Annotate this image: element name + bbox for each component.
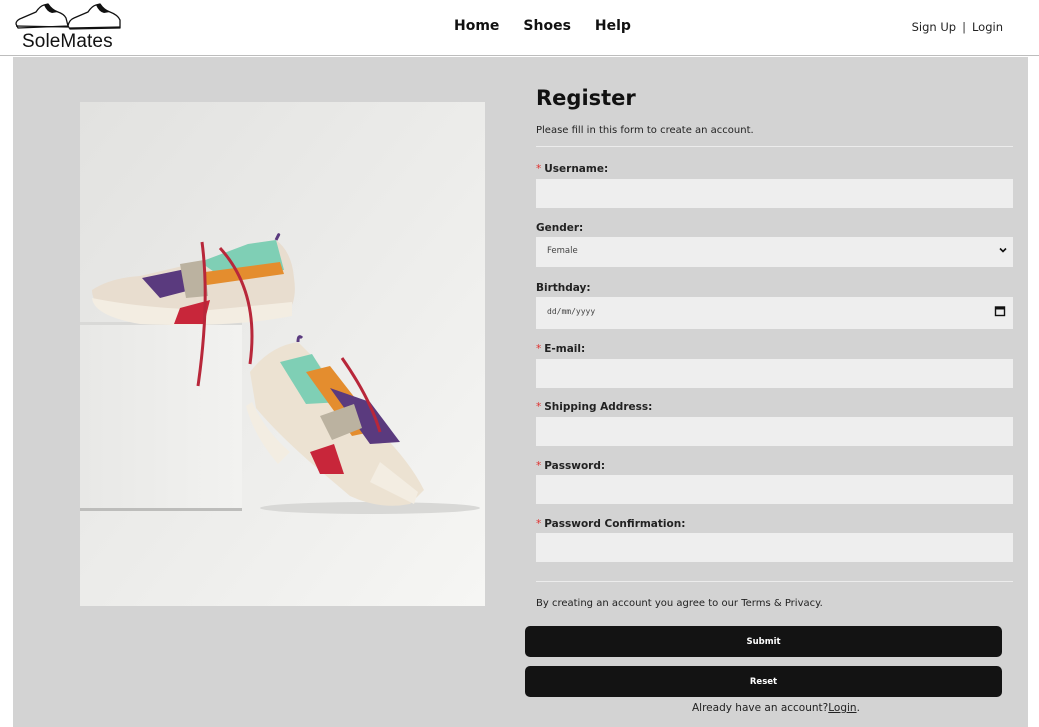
required-marker: * xyxy=(536,163,542,175)
shipping-input[interactable] xyxy=(536,417,1013,446)
required-marker: * xyxy=(536,518,542,530)
logo[interactable]: SoleMates xyxy=(12,2,124,54)
birthday-label: Birthday: xyxy=(536,282,591,294)
email-input[interactable] xyxy=(536,359,1013,388)
required-marker: * xyxy=(536,401,542,413)
form-subtitle: Please fill in this form to create an ac… xyxy=(536,125,754,136)
nav-help-link[interactable]: Help xyxy=(595,18,631,34)
calendar-icon[interactable] xyxy=(994,305,1006,317)
login-link[interactable]: Login xyxy=(972,20,1003,34)
register-panel: Register Please fill in this form to cre… xyxy=(13,57,1028,727)
birthday-input[interactable]: dd/mm/yyyy xyxy=(536,297,1013,329)
sneakers-logo-icon xyxy=(15,3,121,30)
password-confirm-label: * Password Confirmation: xyxy=(536,518,686,530)
divider xyxy=(536,581,1013,582)
auth-links: Sign Up | Login xyxy=(912,20,1003,34)
nav-shoes-link[interactable]: Shoes xyxy=(523,18,571,34)
required-marker: * xyxy=(536,460,542,472)
gender-select[interactable]: Female xyxy=(536,237,1013,267)
username-input[interactable] xyxy=(536,179,1013,208)
site-header: SoleMates Home Shoes Help Sign Up | Logi… xyxy=(0,0,1039,56)
password-confirm-input[interactable] xyxy=(536,533,1013,562)
login-prompt: Already have an account?Login. xyxy=(692,702,860,714)
gender-value: Female xyxy=(547,246,578,256)
birthday-placeholder: dd/mm/yyyy xyxy=(547,307,596,316)
page-title: Register xyxy=(536,86,636,110)
password-input[interactable] xyxy=(536,475,1013,504)
main-nav: Home Shoes Help xyxy=(454,18,655,34)
auth-separator: | xyxy=(962,20,966,34)
required-marker: * xyxy=(536,343,542,355)
password-label: * Password: xyxy=(536,460,606,472)
submit-button[interactable]: Submit xyxy=(525,626,1002,657)
terms-text: By creating an account you agree to our … xyxy=(536,598,823,609)
username-label: * Username: xyxy=(536,163,609,175)
login-link-bottom[interactable]: Login xyxy=(828,702,856,714)
email-label: * E-mail: xyxy=(536,343,586,355)
divider xyxy=(536,146,1013,147)
nav-home-link[interactable]: Home xyxy=(454,18,499,34)
reset-button[interactable]: Reset xyxy=(525,666,1002,697)
chevron-down-icon xyxy=(999,247,1007,253)
shipping-label: * Shipping Address: xyxy=(536,401,653,413)
already-text: Already have an account? xyxy=(692,702,829,714)
gender-label: Gender: xyxy=(536,222,584,234)
brand-name: SoleMates xyxy=(22,31,113,52)
signup-link[interactable]: Sign Up xyxy=(912,20,956,34)
shoe-photo xyxy=(80,102,485,606)
